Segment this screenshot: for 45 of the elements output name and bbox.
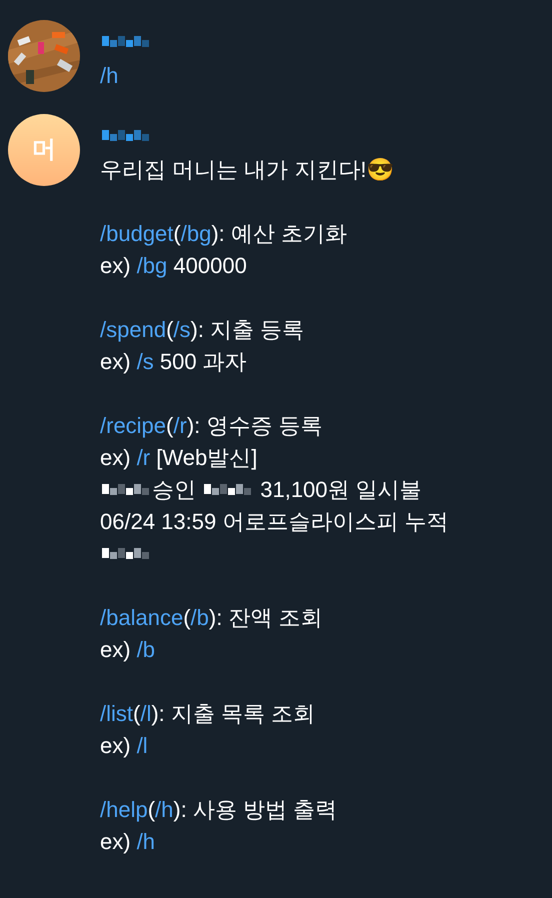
message-text: ): 지출 등록 bbox=[190, 316, 304, 344]
message-text: ex) bbox=[100, 444, 132, 472]
message-text: ( bbox=[148, 796, 156, 824]
command-link[interactable]: /spend bbox=[100, 314, 166, 346]
message-text: 우리집 머니는 내가 지킨다! bbox=[100, 156, 366, 184]
command-link[interactable]: /balance bbox=[100, 602, 184, 634]
message-text: 400000 bbox=[172, 252, 247, 280]
message-text: 31,100원 일시불 bbox=[259, 476, 422, 504]
message-text: ex) bbox=[100, 252, 132, 280]
message-text: ( bbox=[166, 412, 174, 440]
command-link[interactable]: /l bbox=[140, 698, 152, 730]
command-link[interactable]: /h bbox=[155, 794, 174, 826]
command-link[interactable]: /b bbox=[136, 634, 156, 666]
message-text: [Web발신] bbox=[155, 444, 258, 472]
command-link[interactable]: /recipe bbox=[100, 410, 166, 442]
message-text: ): 예산 초기화 bbox=[211, 220, 347, 248]
command-link[interactable]: /r bbox=[173, 410, 187, 442]
command-link[interactable]: /r bbox=[136, 442, 150, 474]
command-link[interactable]: /h bbox=[100, 60, 118, 92]
command-link[interactable]: /help bbox=[100, 794, 148, 826]
message-text: ): 영수증 등록 bbox=[186, 412, 322, 440]
message-text: ex) bbox=[100, 348, 132, 376]
message-text: ex) bbox=[100, 732, 132, 760]
message-text: ( bbox=[166, 316, 174, 344]
message-text: ): 지출 목록 조회 bbox=[151, 700, 316, 728]
message-text: ): 잔액 조회 bbox=[208, 604, 323, 632]
command-link[interactable]: /bg bbox=[180, 218, 212, 250]
command-link[interactable]: /h bbox=[136, 826, 156, 858]
message-text: ( bbox=[183, 604, 191, 632]
message-text: 😎 bbox=[366, 156, 394, 184]
message-text: ): 사용 방법 출력 bbox=[173, 796, 338, 824]
command-link[interactable]: /budget bbox=[100, 218, 174, 250]
message-text: ex) bbox=[100, 636, 132, 664]
message-text: 06/24 13:59 어로프슬라이스피 누적 bbox=[100, 508, 448, 536]
command-link[interactable]: /list bbox=[100, 698, 133, 730]
command-link[interactable]: /bg bbox=[136, 250, 168, 282]
command-link[interactable]: /s bbox=[136, 346, 154, 378]
command-link[interactable]: /l bbox=[136, 730, 148, 762]
message-text: 승인 bbox=[152, 476, 197, 504]
message-text: 500 과자 bbox=[158, 348, 247, 376]
command-link[interactable]: /b bbox=[190, 602, 209, 634]
message-text: ( bbox=[133, 700, 140, 728]
message-text: ex) bbox=[100, 828, 132, 856]
message-text: ( bbox=[173, 220, 181, 248]
command-link[interactable]: /s bbox=[173, 314, 191, 346]
